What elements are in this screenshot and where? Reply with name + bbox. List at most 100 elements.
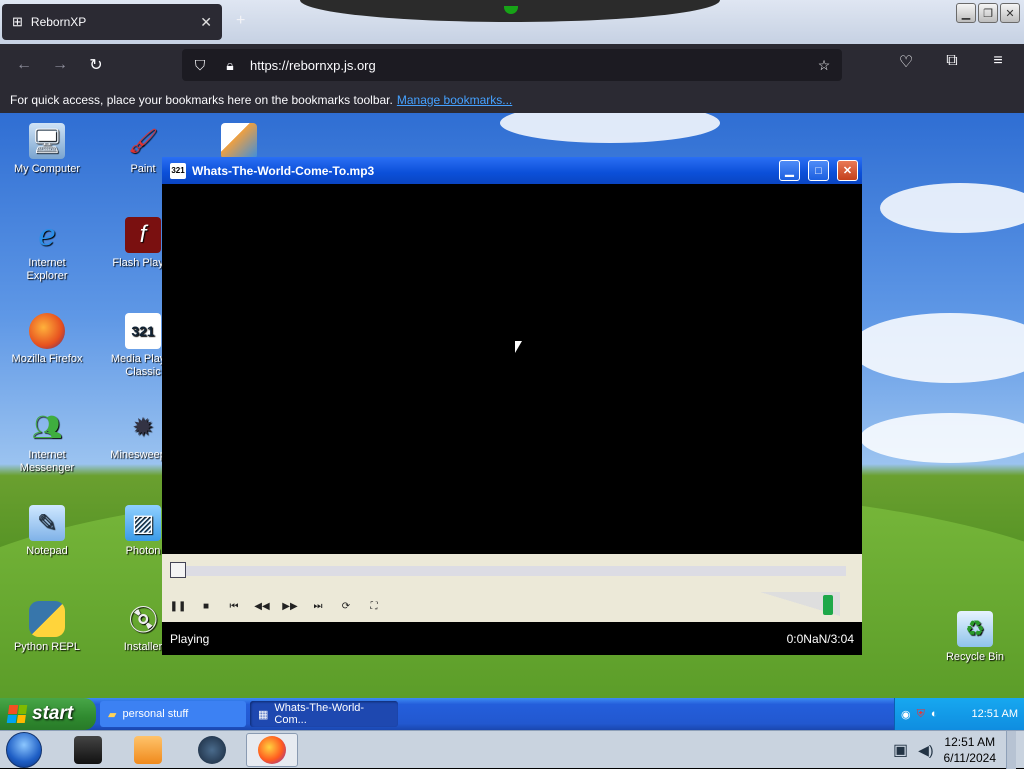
desktop-icon-python-repl[interactable]: Python REPL bbox=[10, 601, 84, 654]
internet-explorer-icon: ℯ bbox=[38, 218, 56, 252]
lock-icon[interactable]: 🔒︎ bbox=[220, 57, 240, 74]
host-app-button[interactable] bbox=[122, 733, 174, 767]
seek-bar[interactable] bbox=[170, 562, 846, 578]
host-app-button[interactable] bbox=[186, 733, 238, 767]
recycle-bin-icon: ♻ bbox=[957, 611, 993, 647]
close-window-icon[interactable]: ✕ bbox=[1000, 3, 1020, 23]
repeat-icon[interactable]: ⟳ bbox=[336, 598, 356, 614]
host-app-button-firefox[interactable] bbox=[246, 733, 298, 767]
bookmarks-toolbar: For quick access, place your bookmarks h… bbox=[0, 86, 1024, 113]
back-arrow-icon[interactable]: ← bbox=[6, 56, 42, 74]
volume-handle[interactable] bbox=[823, 595, 833, 615]
terminal-app-icon bbox=[74, 736, 102, 764]
new-tab-icon[interactable]: + bbox=[236, 12, 245, 30]
manage-bookmarks-link[interactable]: Manage bookmarks... bbox=[397, 93, 512, 107]
mpc-title-icon: 321 bbox=[170, 162, 186, 179]
browser-navbar: ← → ↻ ⛉ 🔒︎ https://rebornxp.js.org ☆ ♡ ⧉… bbox=[0, 44, 1024, 86]
extensions-icon[interactable]: ⧉ bbox=[934, 52, 970, 72]
notepad-icon: ✎ bbox=[29, 505, 65, 541]
media-player-window[interactable]: 321 Whats-The-World-Come-To.mp3 ▁ □ ✕ ❚❚… bbox=[162, 157, 862, 655]
tracking-shield-icon[interactable]: ⛉ bbox=[190, 57, 210, 74]
volume-icon[interactable]: ◐ bbox=[931, 708, 938, 720]
taskbar-item-media-player[interactable]: ▦ Whats-The-World-Com... bbox=[250, 701, 398, 727]
media-player-titlebar[interactable]: 321 Whats-The-World-Come-To.mp3 ▁ □ ✕ bbox=[162, 157, 862, 184]
host-taskbar: ▣ ◀) 12:51 AM 6/11/2024 bbox=[0, 730, 1024, 769]
media-app-icon bbox=[134, 736, 162, 764]
xp-system-tray: ◉ ⛨ ◐ 12:51 AM bbox=[894, 698, 1024, 730]
start-button[interactable]: start bbox=[0, 698, 96, 730]
mpc-task-icon: ▦ bbox=[258, 708, 269, 721]
network-tray-icon[interactable]: ▣ bbox=[893, 740, 908, 760]
pocket-icon[interactable]: ♡ bbox=[888, 52, 924, 72]
fast-forward-icon[interactable]: ▶▶ bbox=[280, 598, 300, 614]
photon-icon: ▨ bbox=[125, 505, 161, 541]
tab-title: RebornXP bbox=[30, 15, 87, 29]
computer-icon: 🖥︎ bbox=[29, 123, 65, 159]
taskbar-item-label: personal stuff bbox=[122, 708, 189, 720]
desktop-icon-my-computer[interactable]: 🖥︎ My Computer bbox=[10, 123, 84, 176]
media-status-bar: Playing 0:0NaN/3:04 bbox=[162, 622, 862, 655]
cloud-decoration bbox=[860, 413, 1024, 463]
browser-tab[interactable]: ⊞ RebornXP ✕ bbox=[2, 4, 222, 40]
firefox-icon bbox=[29, 313, 65, 349]
skip-back-icon[interactable]: ⏮︎ bbox=[224, 598, 244, 614]
restore-window-icon[interactable]: ❐ bbox=[978, 3, 998, 23]
folder-icon: ▰ bbox=[108, 708, 117, 721]
taskbar-item-label: Whats-The-World-Com... bbox=[274, 702, 365, 726]
menu-hamburger-icon[interactable]: ≡ bbox=[980, 52, 1016, 72]
cloud-decoration bbox=[500, 113, 720, 143]
pause-icon[interactable]: ❚❚ bbox=[168, 598, 188, 614]
desktop-icon-internet-explorer[interactable]: ℯ Internet Explorer bbox=[10, 217, 84, 283]
media-controls: ❚❚ ■ ⏮︎ ◀◀ ▶▶ ⏭︎ ⟳ ⛶ bbox=[162, 554, 862, 622]
host-app-button[interactable] bbox=[62, 733, 114, 767]
tab-close-icon[interactable]: ✕ bbox=[200, 14, 212, 31]
bookmark-star-icon[interactable]: ☆ bbox=[814, 57, 834, 74]
host-clock[interactable]: 12:51 AM 6/11/2024 bbox=[944, 734, 997, 766]
fullscreen-icon[interactable]: ⛶ bbox=[364, 598, 384, 614]
transport-controls: ❚❚ ■ ⏮︎ ◀◀ ▶▶ ⏭︎ ⟳ ⛶ bbox=[168, 598, 384, 614]
skip-forward-icon[interactable]: ⏭︎ bbox=[308, 598, 328, 614]
seek-handle[interactable] bbox=[170, 562, 186, 578]
playback-time: 0:0NaN/3:04 bbox=[786, 631, 854, 646]
desktop-icon-firefox[interactable]: Mozilla Firefox bbox=[10, 313, 84, 366]
url-text[interactable]: https://rebornxp.js.org bbox=[250, 58, 804, 73]
minimize-window-icon[interactable]: ▁ bbox=[956, 3, 976, 23]
security-shield-icon[interactable]: ⛨ bbox=[917, 708, 925, 721]
flash-icon: f bbox=[125, 217, 161, 253]
rewind-icon[interactable]: ◀◀ bbox=[252, 598, 272, 614]
desktop-icon-messenger[interactable]: 👥︎ Internet Messenger bbox=[10, 409, 84, 475]
mouse-cursor-icon bbox=[515, 341, 522, 353]
window-controls: ▁ ❐ ✕ bbox=[956, 3, 1020, 23]
network-icon[interactable]: ◉ bbox=[901, 708, 911, 721]
cloud-decoration bbox=[880, 183, 1024, 233]
windows-start-orb-icon[interactable] bbox=[6, 732, 42, 768]
rebornxp-favicon-icon: ⊞ bbox=[12, 14, 23, 29]
installer-icon: 💿︎ bbox=[126, 603, 160, 634]
forward-arrow-icon[interactable]: → bbox=[42, 56, 78, 74]
xp-clock: 12:51 AM bbox=[971, 708, 1018, 720]
desktop-icon-recycle-bin[interactable]: ♻ Recycle Bin bbox=[938, 611, 1012, 664]
host-system-tray: ▣ ◀) 12:51 AM 6/11/2024 bbox=[893, 731, 1024, 769]
toolbar-right: ♡ ⧉ ≡ bbox=[888, 52, 1016, 72]
python-icon bbox=[29, 601, 65, 637]
address-bar[interactable]: ⛉ 🔒︎ https://rebornxp.js.org ☆ bbox=[182, 49, 842, 81]
host-date: 6/11/2024 bbox=[943, 751, 997, 765]
maximize-icon[interactable]: □ bbox=[808, 160, 829, 181]
video-area[interactable] bbox=[162, 184, 862, 554]
browser-tabstrip: ⊞ RebornXP ✕ + ▁ ❐ ✕ bbox=[0, 0, 1024, 44]
paint-icon: 🖌︎ bbox=[127, 127, 159, 155]
minimize-icon[interactable]: ▁ bbox=[779, 160, 800, 181]
media-player-title: Whats-The-World-Come-To.mp3 bbox=[192, 163, 375, 178]
show-desktop-button[interactable] bbox=[1006, 731, 1016, 769]
mine-icon: ✹ bbox=[132, 411, 154, 442]
messenger-icon: 👥︎ bbox=[31, 413, 63, 441]
taskbar-item-personal-stuff[interactable]: ▰ personal stuff bbox=[100, 701, 246, 727]
desktop-icon-notepad[interactable]: ✎ Notepad bbox=[10, 505, 84, 558]
volume-tray-icon[interactable]: ◀) bbox=[918, 742, 933, 759]
start-label: start bbox=[32, 703, 74, 724]
host-time: 12:51 AM bbox=[944, 735, 996, 749]
xp-taskbar: start ▰ personal stuff ▦ Whats-The-World… bbox=[0, 698, 1024, 730]
close-icon[interactable]: ✕ bbox=[837, 160, 858, 181]
reload-icon[interactable]: ↻ bbox=[78, 55, 114, 75]
stop-icon[interactable]: ■ bbox=[196, 598, 216, 614]
